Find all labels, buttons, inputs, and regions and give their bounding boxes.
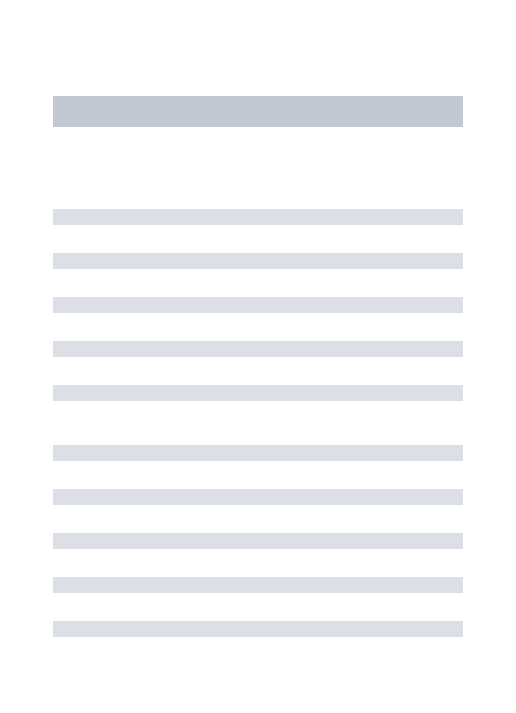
- skeleton-line: [53, 577, 463, 593]
- skeleton-container: [0, 0, 516, 637]
- skeleton-line: [53, 445, 463, 461]
- skeleton-header: [53, 96, 463, 127]
- skeleton-line: [53, 341, 463, 357]
- skeleton-line: [53, 297, 463, 313]
- skeleton-line: [53, 533, 463, 549]
- skeleton-line: [53, 621, 463, 637]
- skeleton-line: [53, 489, 463, 505]
- skeleton-line: [53, 385, 463, 401]
- skeleton-section-1: [53, 209, 463, 401]
- skeleton-section-2: [53, 445, 463, 637]
- skeleton-line: [53, 209, 463, 225]
- skeleton-line: [53, 253, 463, 269]
